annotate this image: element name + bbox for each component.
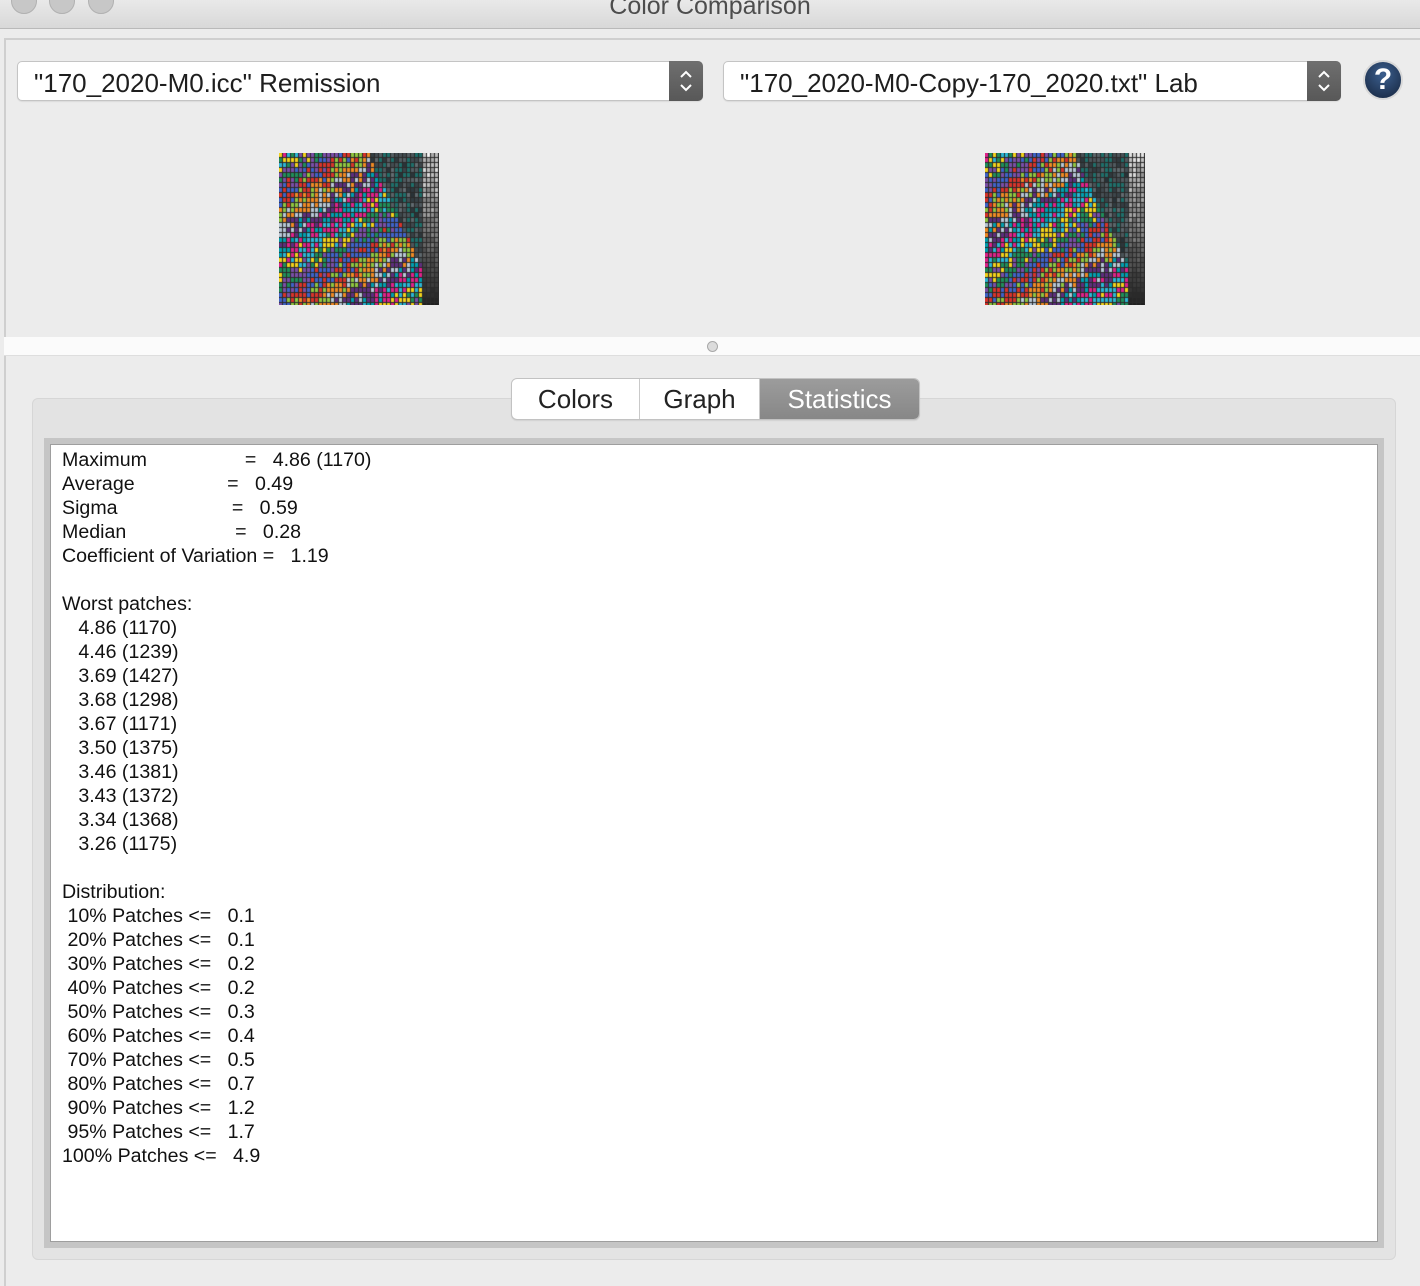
worst-patch: 3.26 (1175) [78, 833, 178, 855]
distribution-percent: 95% [67, 1121, 107, 1143]
distribution-value: 4.9 [233, 1145, 261, 1167]
worst-patch: 3.69 (1427) [78, 665, 179, 687]
distribution-value: 0.5 [227, 1049, 255, 1071]
distribution-percent: 70% [67, 1049, 107, 1071]
distribution-percent: 30% [67, 953, 107, 975]
distribution-percent: 100% [62, 1145, 113, 1167]
worst-patch: 3.34 (1368) [78, 809, 179, 831]
distribution-percent: 90% [67, 1097, 107, 1119]
worst-patch: 3.43 (1372) [78, 785, 179, 807]
statistics-text-frame: Maximum = 4.86 (1170) Average = 0.49 Sig… [44, 438, 1384, 1248]
question-mark-icon: ? [1373, 63, 1393, 96]
distribution-value: 0.1 [227, 929, 255, 951]
help-button[interactable]: ? [1363, 60, 1403, 100]
distribution-value: 0.1 [227, 905, 255, 927]
stat-value: 4.86 (1170) [272, 449, 372, 471]
stat-value: 1.19 [290, 545, 329, 567]
left-source-popup[interactable]: "170_2020-M0.icc" Remission [17, 61, 703, 101]
stat-label: Average [62, 473, 135, 495]
worst-patch: 4.86 (1170) [78, 617, 178, 639]
tab-graph[interactable]: Graph [639, 379, 759, 419]
distribution-value: 1.7 [227, 1121, 255, 1143]
distribution-percent: 80% [67, 1073, 107, 1095]
up-down-chevron-icon [1307, 61, 1341, 101]
worst-patch: 4.46 (1239) [78, 641, 179, 663]
stat-value: 0.59 [259, 497, 298, 519]
distribution-heading: Distribution: [62, 881, 166, 903]
window-border-top [4, 38, 1420, 40]
distribution-value: 0.2 [227, 953, 255, 975]
left-chart-thumbnail [279, 153, 439, 305]
stat-label: Maximum [62, 449, 147, 471]
statistics-text-view[interactable]: Maximum = 4.86 (1170) Average = 0.49 Sig… [50, 444, 1378, 1242]
worst-patch: 3.67 (1171) [78, 713, 178, 735]
left-source-value: "170_2020-M0.icc" Remission [34, 68, 381, 98]
stat-label: Median [62, 521, 127, 543]
distribution-value: 0.2 [227, 977, 255, 999]
window-title: Color Comparison [609, 0, 811, 20]
tab-bar: Colors Graph Statistics [511, 378, 920, 420]
worst-patch: 3.68 (1298) [78, 689, 179, 711]
title-bar: Color Comparison [0, 0, 1420, 29]
worst-patch: 3.50 (1375) [78, 737, 179, 759]
right-source-popup[interactable]: "170_2020-M0-Copy-170_2020.txt" Lab [723, 61, 1341, 101]
distribution-value: 0.3 [227, 1001, 255, 1023]
distribution-percent: 40% [67, 977, 107, 999]
distribution-percent: 60% [67, 1025, 107, 1047]
distribution-value: 0.7 [227, 1073, 255, 1095]
divider-handle[interactable] [707, 341, 718, 352]
distribution-value: 1.2 [227, 1097, 255, 1119]
tab-colors[interactable]: Colors [512, 379, 639, 419]
worst-patches-heading: Worst patches: [62, 593, 193, 615]
statistics-text: Maximum = 4.86 (1170) Average = 0.49 Sig… [62, 449, 372, 1167]
distribution-percent: 20% [67, 929, 107, 951]
stat-value: 0.49 [254, 473, 294, 495]
stat-label: Coefficient of Variation [62, 545, 258, 567]
up-down-chevron-icon [669, 61, 703, 101]
distribution-percent: 50% [67, 1001, 107, 1023]
right-source-value: "170_2020-M0-Copy-170_2020.txt" Lab [740, 68, 1198, 98]
worst-patch: 3.46 (1381) [78, 761, 179, 783]
stat-value: 0.28 [262, 521, 302, 543]
right-chart-thumbnail [985, 153, 1145, 305]
distribution-value: 0.4 [227, 1025, 255, 1047]
tab-statistics[interactable]: Statistics [759, 379, 919, 419]
distribution-percent: 10% [67, 905, 107, 927]
stat-label: Sigma [62, 497, 118, 519]
window-border-left [4, 38, 6, 1286]
